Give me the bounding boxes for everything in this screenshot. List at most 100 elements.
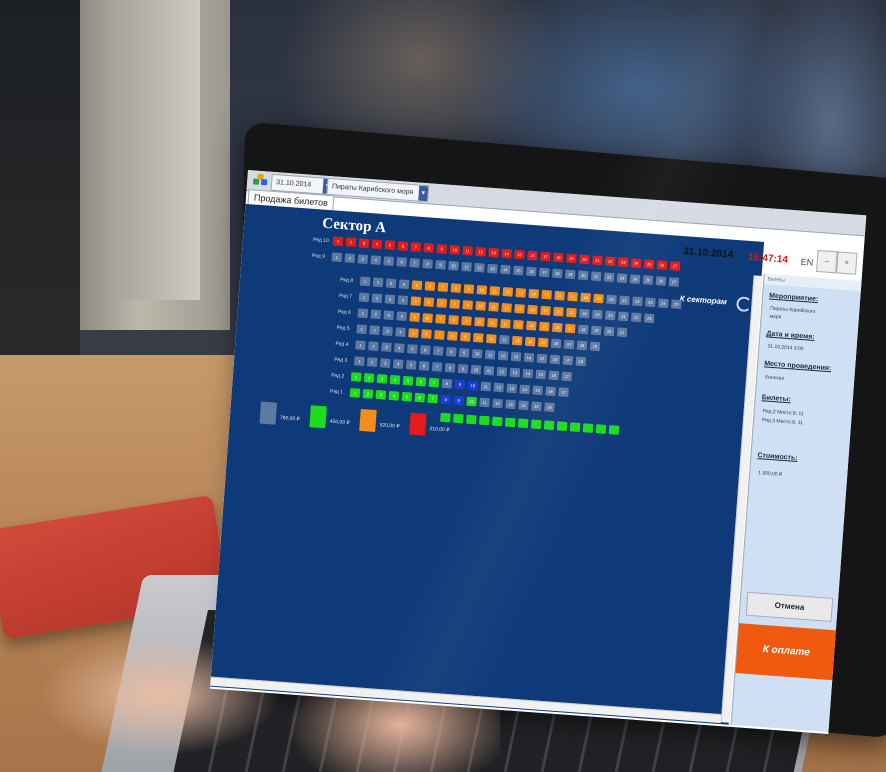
seat[interactable]: 15 <box>536 353 548 364</box>
seat[interactable]: 14 <box>527 304 538 315</box>
seat[interactable]: 15 <box>514 249 525 260</box>
seat[interactable]: 3 <box>376 374 388 384</box>
seat[interactable]: 9 <box>454 379 466 390</box>
seat[interactable]: 5 <box>411 280 423 291</box>
language-switch[interactable]: EN <box>800 257 813 268</box>
seat[interactable]: 8 <box>423 243 435 253</box>
seat[interactable]: 1 <box>357 308 369 319</box>
seat[interactable]: 3 <box>358 238 370 249</box>
seat[interactable]: 2 <box>368 341 379 352</box>
seat[interactable]: 20 <box>577 270 589 281</box>
seat[interactable]: 1 <box>355 340 366 351</box>
seat[interactable]: 9 <box>453 395 464 406</box>
seat[interactable]: 15 <box>537 337 549 348</box>
seat[interactable]: 19 <box>566 253 577 264</box>
seat[interactable]: 13 <box>511 335 523 346</box>
seat[interactable]: 24 <box>630 258 642 269</box>
chevron-down-icon[interactable]: ▾ <box>418 185 429 202</box>
seat[interactable]: 3 <box>384 294 396 305</box>
seat[interactable]: 4 <box>370 255 382 265</box>
seat[interactable]: 4 <box>397 295 409 306</box>
seat[interactable]: 13 <box>515 287 527 298</box>
minimize-button[interactable]: – <box>816 249 838 274</box>
seat[interactable]: 17 <box>563 339 575 350</box>
seat[interactable]: 12 <box>502 286 514 297</box>
cancel-button[interactable]: Отмена <box>745 591 834 622</box>
seat[interactable]: 16 <box>553 306 564 317</box>
seat[interactable]: 5 <box>410 296 422 306</box>
seat[interactable]: 11 <box>480 381 492 392</box>
seat[interactable]: 8 <box>449 299 461 309</box>
seat[interactable]: 25 <box>671 299 682 310</box>
seat[interactable]: 7 <box>434 330 445 340</box>
seat[interactable]: 15 <box>513 265 524 276</box>
seat[interactable]: 15 <box>535 369 547 380</box>
seat[interactable]: 3 <box>382 326 393 337</box>
seat[interactable]: 8 <box>447 331 458 341</box>
seat[interactable]: 19 <box>564 269 576 280</box>
seat[interactable] <box>569 422 581 432</box>
seat[interactable]: 14 <box>500 264 511 275</box>
seat[interactable]: 11 <box>483 365 495 376</box>
seat[interactable]: 17 <box>558 387 569 398</box>
seat[interactable]: 4 <box>398 279 410 290</box>
seat[interactable]: 10 <box>471 348 483 359</box>
seat[interactable]: 25 <box>642 275 654 285</box>
seat[interactable]: 13 <box>487 263 498 274</box>
seat[interactable]: 16 <box>544 402 555 413</box>
seat[interactable]: 7 <box>428 377 440 388</box>
seat[interactable]: 11 <box>484 349 496 360</box>
seat[interactable]: 9 <box>460 332 471 342</box>
seat[interactable]: 22 <box>604 256 616 267</box>
seat[interactable]: 20 <box>605 310 616 321</box>
seat[interactable]: 13 <box>514 303 525 314</box>
seat[interactable]: 16 <box>548 370 560 381</box>
seat[interactable]: 8 <box>448 315 459 325</box>
seat[interactable]: 5 <box>401 391 413 402</box>
seat[interactable]: 17 <box>561 371 573 382</box>
seat[interactable]: 16 <box>549 354 561 365</box>
seat[interactable]: 6 <box>421 329 432 339</box>
seat[interactable]: 12 <box>500 318 511 329</box>
seat[interactable]: 10 <box>470 364 482 375</box>
seat[interactable]: 13 <box>506 383 518 394</box>
seat[interactable]: 8 <box>445 347 457 357</box>
seat[interactable]: 4 <box>388 390 400 401</box>
seat[interactable]: 9 <box>436 244 448 254</box>
seat[interactable]: 14 <box>526 320 537 331</box>
seat[interactable]: 9 <box>462 300 474 310</box>
seat[interactable]: 2 <box>370 309 382 320</box>
seat[interactable]: 20 <box>606 294 617 305</box>
seat[interactable]: 6 <box>424 281 436 291</box>
seat[interactable]: 18 <box>577 324 589 335</box>
seat[interactable]: 18 <box>580 292 591 303</box>
seat[interactable]: 3 <box>385 278 397 289</box>
seat[interactable]: 9 <box>461 316 472 326</box>
seat[interactable]: 8 <box>444 362 456 373</box>
seat[interactable]: 2 <box>371 293 383 304</box>
seat[interactable]: 10 <box>475 301 486 311</box>
seat[interactable]: 10 <box>476 285 488 295</box>
seat[interactable]: 3 <box>375 389 387 400</box>
seat[interactable]: 11 <box>479 397 490 408</box>
seat[interactable]: 4 <box>392 359 404 369</box>
seat[interactable]: 1 <box>331 252 343 263</box>
seat[interactable]: 21 <box>619 295 630 306</box>
seat[interactable]: 16 <box>526 266 537 277</box>
seat[interactable]: 3 <box>357 254 369 264</box>
seat[interactable]: 16 <box>554 290 565 301</box>
seat[interactable]: 14 <box>528 288 540 299</box>
seat[interactable]: 14 <box>523 352 535 363</box>
seat[interactable]: 15 <box>531 401 542 412</box>
seat[interactable]: 13 <box>509 367 521 378</box>
seat[interactable]: 4 <box>394 343 405 353</box>
seat[interactable]: 1 <box>332 236 344 247</box>
seat[interactable]: 11 <box>485 333 497 344</box>
seat[interactable]: 24 <box>658 298 669 309</box>
seat[interactable]: 23 <box>616 273 628 284</box>
seat[interactable]: 8 <box>422 259 433 269</box>
seat[interactable]: 10 <box>474 317 485 327</box>
seat[interactable] <box>608 425 620 435</box>
seat[interactable]: 2 <box>366 357 378 367</box>
seat[interactable]: 4 <box>395 327 406 337</box>
